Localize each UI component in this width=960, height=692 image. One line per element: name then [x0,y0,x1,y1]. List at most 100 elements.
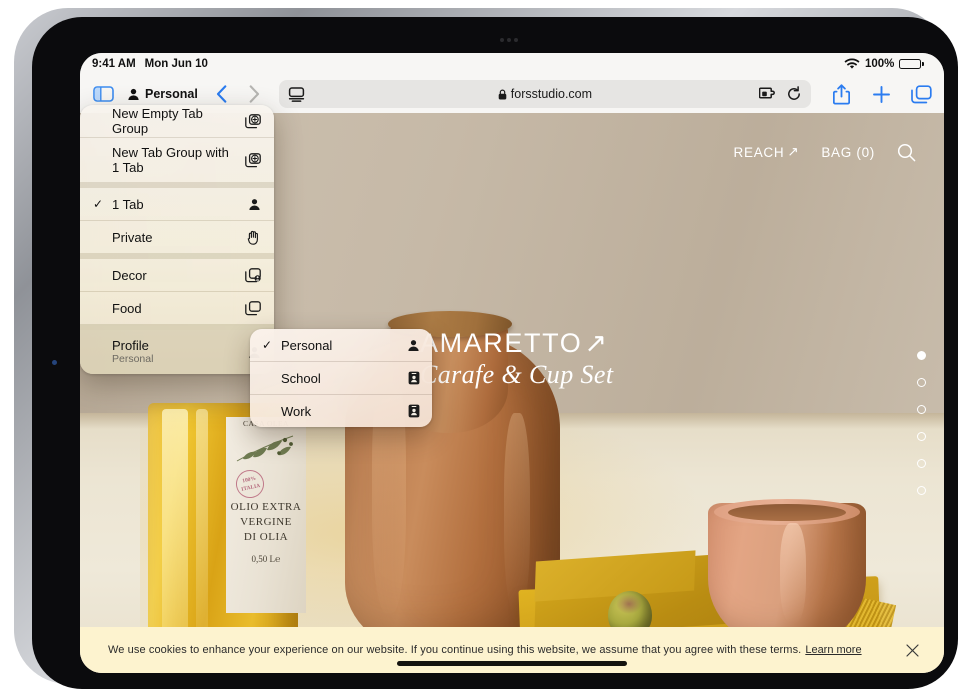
ipad-frame-body: 9:41 AM Mon Jun 10 100% Personal forsstu… [32,17,958,689]
bottle-highlight-1 [162,409,188,647]
checkmark-icon: ✓ [93,197,104,211]
back-button[interactable] [209,80,235,108]
bottle-label-line2: VERGINE [240,516,292,528]
address-bar-url: forsstudio.com [510,87,593,101]
menu-item-label: New Empty Tab Group [112,106,203,136]
bottle-label-stamp: 100% ITALIA [233,467,267,501]
submenu-item-school[interactable]: School [250,362,432,394]
battery-icon [899,58,924,70]
cookie-learn-more-link[interactable]: Learn more [805,644,861,656]
status-bar: 9:41 AM Mon Jun 10 100% [80,53,944,75]
person-icon [127,88,140,101]
cookie-banner-text: We use cookies to enhance your experienc… [108,644,802,656]
wifi-icon [844,58,860,70]
tab-group-context-menu: New Empty Tab Group New Tab Group with 1… [80,105,274,374]
nav-link-reach-label: REACH [733,144,785,160]
submenu-item-label: Work [281,403,312,419]
tab-group-icon [241,300,261,316]
menu-item-profile[interactable]: Profile Personal [80,330,274,374]
cookie-banner: We use cookies to enhance your experienc… [80,627,944,673]
bottle-label-line1: OLIO EXTRA [230,501,302,513]
forward-button [242,80,268,108]
reader-view-button[interactable] [288,86,305,102]
menu-item-label: Profile [112,337,149,353]
menu-item-sublabel: Personal [112,352,154,365]
profile-submenu: ✓ Personal School Work [250,329,432,427]
tab-group-profile-label: Personal [145,87,198,101]
menu-item-new-empty-tab-group[interactable]: New Empty Tab Group [80,105,274,137]
fig-blush [616,594,642,614]
menu-item-label: 1 Tab [112,196,144,212]
extensions-puzzle-button[interactable] [759,87,776,101]
submenu-item-label: School [281,370,321,386]
menu-item-label: New Tab Group with 1 Tab [112,145,229,175]
home-indicator [397,661,627,666]
hero-text-block[interactable]: AMARETTO ↗ Carafe & Cup Set [420,328,613,390]
new-tab-button[interactable] [868,80,894,108]
new-tab-group-with-tab-icon [241,152,261,168]
bottle-label-volume: 0,50 L℮ [251,554,281,564]
cup-interior [728,504,846,521]
nav-link-reach[interactable]: REACH ↗ [734,144,800,160]
menu-item-new-tab-group-with-tab[interactable]: New Tab Group with 1 Tab [80,138,274,182]
checkmark-icon: ✓ [262,338,273,352]
bezel-indicator-dot [52,360,57,365]
bottle-label: CASA OLEA [226,417,306,613]
share-button[interactable] [828,80,854,108]
menu-item-private[interactable]: Private [80,221,274,253]
status-time: 9:41 AM [92,58,136,70]
address-bar-url-group: forsstudio.com [279,87,811,101]
share-icon [832,83,850,104]
cup-highlight [780,523,806,623]
new-tab-group-icon [241,113,261,129]
carousel-dot-3[interactable] [917,405,926,414]
tab-overview-icon [910,84,932,103]
address-bar-actions [759,86,802,102]
nav-link-bag[interactable]: BAG (0) [821,145,875,160]
id-card-icon [408,371,420,385]
chevron-left-icon [217,85,227,103]
menu-rows: New Empty Tab Group New Tab Group with 1… [80,105,274,374]
bottle-label-line3: DI OLIA [243,531,289,543]
ipad-frame-outer: 9:41 AM Mon Jun 10 100% Personal forsstu… [14,8,958,689]
hero-title-row: AMARETTO ↗ [420,328,613,359]
carousel-dot-1[interactable] [917,351,926,360]
carousel-dot-4[interactable] [917,432,926,441]
id-card-icon [408,404,420,418]
menu-item-label: Food [112,300,142,316]
carousel-dot-6[interactable] [917,486,926,495]
sidebar-toggle-button[interactable] [90,80,116,108]
carousel-dots [917,351,926,495]
site-nav: REACH ↗ BAG (0) [734,143,916,162]
menu-item-label: Decor [112,267,147,283]
tab-overview-button[interactable] [908,80,934,108]
page-format-icon [288,86,304,102]
olive-sprig-icon [226,428,306,470]
tab-group-shared-icon [241,267,261,283]
private-hand-icon [241,230,261,245]
menu-item-decor[interactable]: Decor [80,259,274,291]
address-bar[interactable]: forsstudio.com [278,80,811,108]
speaker-grille [500,38,526,42]
menu-item-profile-labels: Profile Personal [112,337,235,366]
hero-title: AMARETTO [420,328,583,358]
carafe-highlight-right [504,413,530,613]
search-icon[interactable] [897,143,916,162]
plus-icon [872,85,890,103]
menu-item-food[interactable]: Food [80,292,274,324]
carousel-dot-2[interactable] [917,378,926,387]
status-bar-left: 9:41 AM Mon Jun 10 [92,58,208,70]
carousel-dot-5[interactable] [917,459,926,468]
reload-icon [788,86,800,100]
menu-item-one-tab[interactable]: ✓ 1 Tab [80,188,274,220]
status-bar-right: 100% [844,58,924,70]
close-icon[interactable] [902,640,922,660]
extensions-puzzle-icon [759,87,775,99]
chevron-right-icon [249,85,260,103]
bottle-highlight-2 [196,409,208,639]
submenu-item-work[interactable]: Work [250,395,432,427]
screenshot-root: 9:41 AM Mon Jun 10 100% Personal forsstu… [0,0,960,692]
tab-group-profile-button[interactable]: Personal [123,87,202,101]
reload-button[interactable] [786,86,802,102]
submenu-item-personal[interactable]: ✓ Personal [250,329,432,361]
